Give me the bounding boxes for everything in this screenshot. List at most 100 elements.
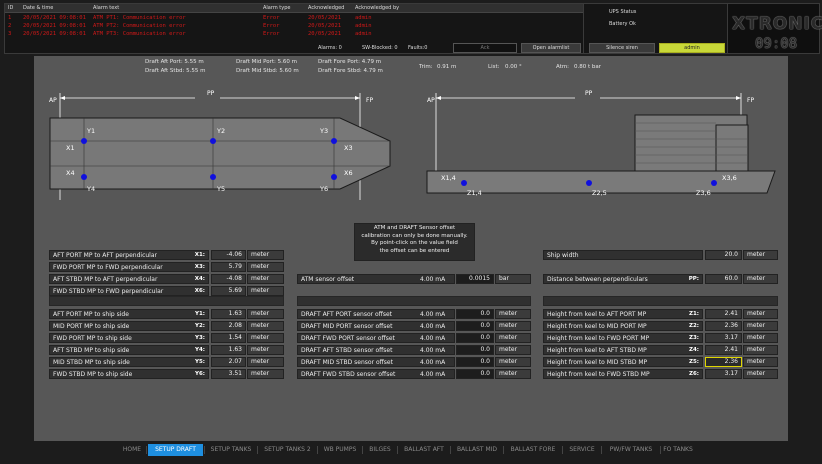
offset-value[interactable]: 0.0: [456, 321, 494, 331]
param-row: FWD PORT MP to ship side Y3:: [49, 333, 209, 343]
param-value[interactable]: 2.08: [211, 321, 246, 331]
atm-offset-value[interactable]: 0.0015: [456, 274, 494, 284]
param-unit: meter: [495, 321, 531, 331]
param-value-selected[interactable]: 2.36: [705, 357, 742, 367]
param-unit: meter: [247, 357, 284, 367]
param-value[interactable]: -4.08: [211, 274, 246, 284]
measure-point-fwd-stbd: [331, 174, 337, 180]
param-row: FWD PORT MP to FWD perpendicular X3:: [49, 262, 209, 272]
param-row: ATM sensor offset 4.00 mA: [297, 274, 455, 284]
clock: 09:08: [755, 36, 798, 52]
param-unit: meter: [495, 357, 531, 367]
param-value[interactable]: 5.79: [211, 262, 246, 272]
param-row: Height from keel to FWD PORT MP Z3:: [543, 333, 703, 343]
offset-value[interactable]: 0.0: [456, 333, 494, 343]
offset-value[interactable]: 0.0: [456, 357, 494, 367]
silence-siren-button[interactable]: Silence siren: [589, 43, 655, 53]
tab-pwfw-tanks[interactable]: PW/FW TANKS: [603, 444, 659, 456]
draft-aft-stbd: Draft Aft Stbd: 5.55 m: [145, 68, 206, 74]
param-unit: meter: [495, 345, 531, 355]
param-value[interactable]: 5.69: [211, 286, 246, 296]
measure-point-aft-port: [81, 138, 87, 144]
col-datetime: Date & time: [23, 5, 54, 11]
offset-value[interactable]: 0.0: [456, 309, 494, 319]
list-label: List:: [488, 64, 500, 70]
param-value[interactable]: 2.36: [705, 321, 742, 331]
param-row: Height from keel to AFT PORT MP Z1:: [543, 309, 703, 319]
param-unit: meter: [247, 345, 284, 355]
battery-status: Battery Ok: [609, 21, 636, 27]
x4-label: X4: [66, 169, 75, 177]
param-unit: meter: [247, 309, 284, 319]
param-row: MID STBD MP to ship side Y5:: [49, 357, 209, 367]
param-row: Distance between perpendiculars PP:: [543, 274, 703, 284]
ship-width-value[interactable]: 20.0: [705, 250, 742, 260]
param-unit: meter: [495, 333, 531, 343]
open-alarmlist-button[interactable]: Open alarmlist: [521, 43, 581, 53]
tab-service[interactable]: SERVICE: [564, 444, 600, 456]
param-value[interactable]: 1.63: [211, 345, 246, 355]
param-row: DRAFT MID STBD sensor offset 4.00 mA: [297, 357, 455, 367]
tab-setup-tanks-2[interactable]: SETUP TANKS 2: [259, 444, 316, 456]
calibration-note: ATM and DRAFT Sensor offset calibration …: [354, 223, 475, 261]
param-row: DRAFT MID PORT sensor offset 4.00 mA: [297, 321, 455, 331]
ack-field[interactable]: Ack: [453, 43, 517, 53]
draft-fore-stbd: Draft Fore Stbd: 4.79 m: [318, 68, 383, 74]
measure-point-fwd-port: [331, 138, 337, 144]
offset-value[interactable]: 0.0: [456, 369, 494, 379]
col-id: ID: [8, 5, 14, 11]
atm-label: Atm:: [556, 64, 570, 70]
tab-ballast-mid[interactable]: BALLAST MID: [452, 444, 502, 456]
param-row: DRAFT FWD PORT sensor offset 4.00 mA: [297, 333, 455, 343]
param-value[interactable]: 3.17: [705, 333, 742, 343]
param-row: Height from keel to MID STBD MP Z5:: [543, 357, 703, 367]
tab-ballast-aft[interactable]: BALLAST AFT: [399, 444, 449, 456]
param-value[interactable]: 2.41: [705, 345, 742, 355]
ap-label: AP: [427, 97, 435, 104]
ship-superstructure: [634, 114, 749, 172]
z25-label: Z2,5: [592, 189, 607, 197]
param-unit: meter: [247, 369, 284, 379]
param-unit: meter: [743, 321, 778, 331]
tab-bilges[interactable]: BILGES: [364, 444, 396, 456]
offset-value[interactable]: 0.0: [456, 345, 494, 355]
param-unit: meter: [743, 274, 778, 284]
ship-side-view: AP PP FP X1,4 Z1,4 Z2,5 Z3,6 X3,6: [426, 90, 776, 197]
col-alarm-text: Alarm text: [93, 5, 120, 11]
tab-wb-pumps[interactable]: WB PUMPS: [319, 444, 361, 456]
list-value: 0.00 °: [505, 64, 522, 70]
draft-fore-port: Draft Fore Port: 4.79 m: [318, 59, 382, 65]
param-value[interactable]: 1.54: [211, 333, 246, 343]
col-acknowledged: Acknowledged: [308, 5, 345, 11]
param-value[interactable]: 3.17: [705, 369, 742, 379]
section-divider: [297, 296, 531, 306]
faults-count: Faults:0: [408, 45, 428, 51]
param-value[interactable]: 1.63: [211, 309, 246, 319]
param-unit: meter: [495, 369, 531, 379]
tab-setup-draft[interactable]: SETUP DRAFT: [148, 444, 203, 456]
param-value[interactable]: 2.07: [211, 357, 246, 367]
tab-home[interactable]: HOME: [118, 444, 146, 456]
tab-setup-tanks[interactable]: SETUP TANKS: [206, 444, 256, 456]
perpendicular-distance-value[interactable]: 60.0: [705, 274, 742, 284]
x1-label: X1: [66, 144, 75, 152]
user-admin-button[interactable]: admin: [659, 43, 725, 53]
ups-status-label: UPS Status: [609, 9, 637, 15]
param-unit: meter: [743, 357, 778, 367]
y1-label: Y1: [86, 127, 95, 135]
tab-fo-tanks[interactable]: FO TANKS: [662, 444, 694, 456]
trim-label: Trim:: [419, 64, 433, 70]
param-row: FWD STBD MP to ship side Y6:: [49, 369, 209, 379]
sw-blocked-count: SW-Blocked: 0: [362, 45, 398, 51]
section-divider: [49, 296, 284, 306]
param-row: Height from keel to FWD STBD MP Z6:: [543, 369, 703, 379]
tab-ballast-fore[interactable]: BALLAST FORE: [505, 444, 561, 456]
param-value[interactable]: 2.41: [705, 309, 742, 319]
draft-mid-stbd: Draft Mid Stbd: 5.60 m: [236, 68, 299, 74]
param-unit: meter: [247, 250, 284, 260]
param-unit: meter: [247, 274, 284, 284]
measure-point-aft-stbd: [81, 174, 87, 180]
param-value[interactable]: -4.06: [211, 250, 246, 260]
param-value[interactable]: 3.51: [211, 369, 246, 379]
col-acknowledged-by: Acknowledged by: [355, 5, 400, 11]
